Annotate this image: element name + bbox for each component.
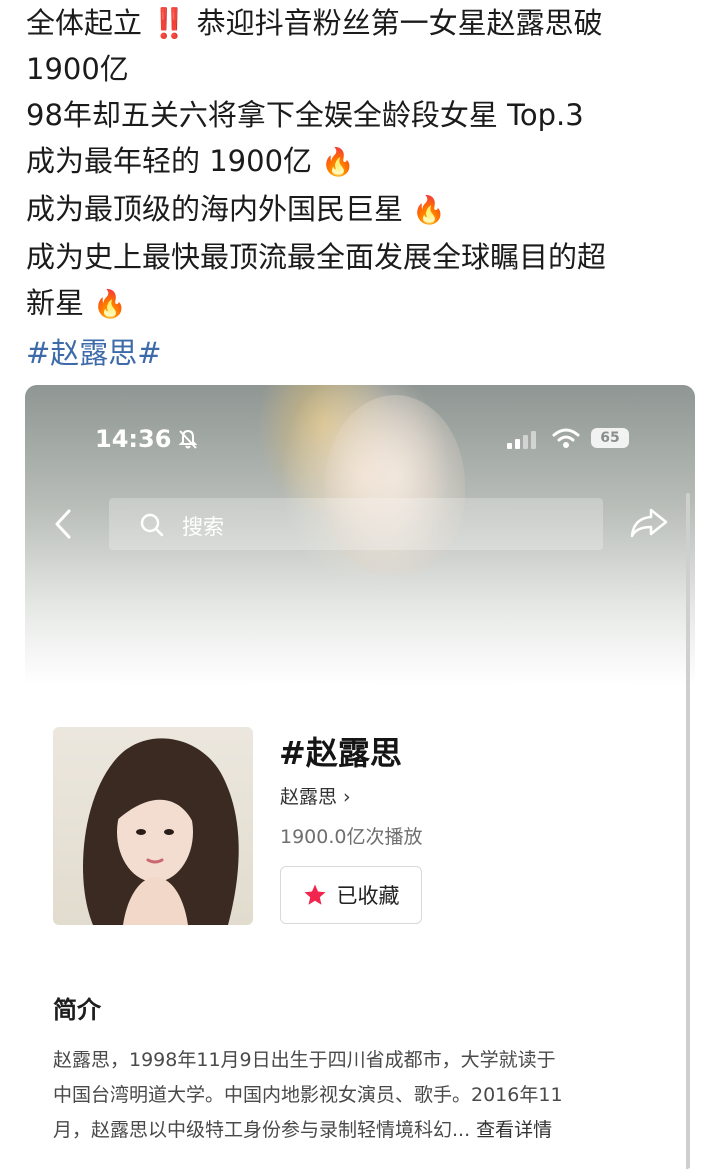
weibo-post: 全体起立 ‼️ 恭迎抖音粉丝第一女星赵露思破 1900亿 98年却五关六将拿下全…: [26, 0, 698, 376]
topic-hero-image: 14:36 65 搜索: [25, 385, 695, 685]
post-text: 新星: [26, 286, 85, 320]
scrollbar[interactable]: [686, 493, 690, 1170]
collect-label: 已收藏: [336, 884, 400, 908]
intro-heading: 简介: [53, 996, 101, 1024]
star-icon: [304, 884, 325, 905]
back-icon[interactable]: [53, 509, 73, 539]
double-exclamation-emoji: ‼️: [151, 6, 188, 40]
intro-line: 赵露思，1998年11月9日出生于四川省成都市，大学就读于: [53, 1049, 556, 1071]
search-icon: [140, 513, 164, 537]
post-line-7: 新星 🔥: [26, 280, 698, 328]
post-line-5: 成为最顶级的海内外国民巨星 🔥: [26, 186, 698, 234]
fire-emoji: 🔥: [93, 289, 127, 320]
fire-emoji: 🔥: [321, 147, 355, 178]
post-line-3: 98年却五关六将拿下全娱全龄段女星 Top.3: [26, 98, 584, 132]
intro-line: 月，赵露思以中级特工身份参与录制轻情境科幻... 查看详情: [53, 1113, 671, 1148]
bell-off-icon: [178, 429, 198, 449]
battery-indicator: 65: [591, 428, 629, 448]
topic-avatar: [53, 727, 253, 925]
share-icon[interactable]: [629, 507, 669, 539]
post-line-1: 全体起立 ‼️ 恭迎抖音粉丝第一女星赵露思破: [26, 0, 698, 46]
fire-emoji: 🔥: [412, 195, 446, 226]
intro-line-text: 月，赵露思以中级特工身份参与录制轻情境科幻...: [53, 1119, 471, 1141]
status-time: 14:36: [95, 425, 172, 453]
topic-views: 1900.0亿次播放: [280, 826, 423, 848]
post-line-2: 1900亿: [26, 52, 129, 86]
intro-line: 中国台湾明道大学。中国内地影视女演员、歌手。2016年11: [53, 1084, 563, 1106]
post-text: 成为最年轻的 1900亿: [26, 144, 313, 178]
topic-title: #赵露思: [279, 734, 402, 772]
search-input[interactable]: 搜索: [109, 498, 603, 550]
topic-creator-link[interactable]: 赵露思 ›: [280, 782, 351, 809]
hashtag-link[interactable]: #赵露思#: [26, 330, 698, 376]
embedded-screenshot[interactable]: 14:36 65 搜索 #赵露思 赵露思 › 1900.0亿次播放 已收藏 简介…: [25, 385, 695, 1170]
post-line-4: 成为最年轻的 1900亿 🔥: [26, 138, 698, 186]
collect-button[interactable]: 已收藏: [280, 866, 422, 924]
signal-icon: [507, 431, 536, 449]
post-line-6: 成为史上最快最顶流最全面发展全球瞩目的超: [26, 240, 607, 274]
view-details-link[interactable]: 查看详情: [476, 1119, 552, 1141]
post-text: 全体起立: [26, 6, 143, 40]
search-placeholder: 搜索: [182, 515, 224, 539]
post-text: 成为最顶级的海内外国民巨星: [26, 192, 404, 226]
wifi-icon: [552, 428, 580, 448]
intro-text: 赵露思，1998年11月9日出生于四川省成都市，大学就读于 中国台湾明道大学。中…: [53, 1043, 671, 1148]
post-text: 恭迎抖音粉丝第一女星赵露思破: [196, 6, 603, 40]
portrait-image: [83, 738, 239, 925]
